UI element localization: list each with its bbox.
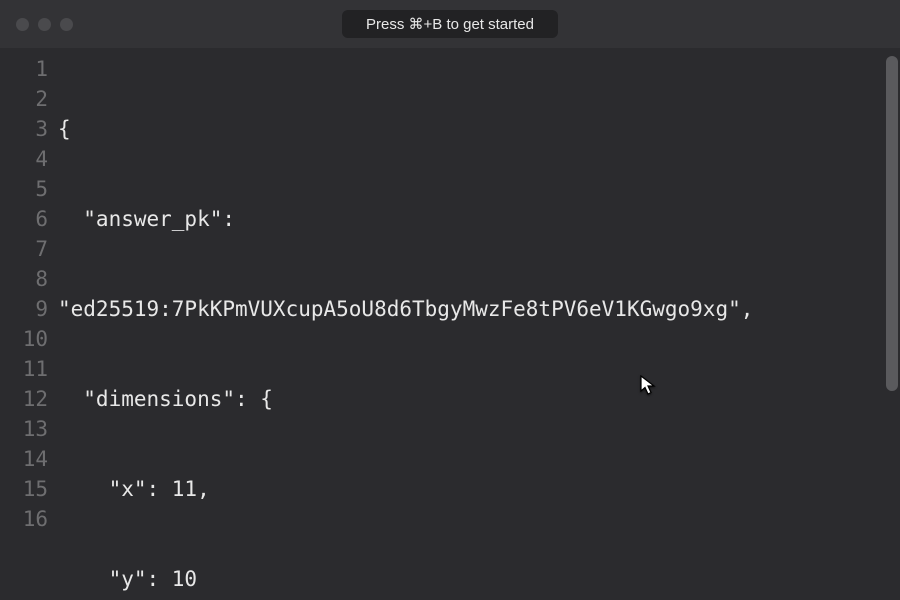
line-number: 4 (0, 144, 58, 174)
code-line: "dimensions": { (58, 384, 900, 414)
code-content[interactable]: { "answer_pk": "ed25519:7PkKPmVUXcupA5oU… (58, 48, 900, 600)
line-number: 1 (0, 54, 58, 84)
line-number: 16 (0, 504, 58, 534)
code-line: "ed25519:7PkKPmVUXcupA5oU8d6TbgyMwzFe8tP… (58, 294, 900, 324)
line-number: 3 (0, 114, 58, 144)
line-number: 15 (0, 474, 58, 504)
line-number: 2 (0, 84, 58, 114)
minimize-button[interactable] (38, 18, 51, 31)
line-number: 8 (0, 264, 58, 294)
scrollbar-track[interactable] (886, 56, 898, 592)
close-button[interactable] (16, 18, 29, 31)
code-line: "answer_pk": (58, 204, 900, 234)
line-number: 11 (0, 354, 58, 384)
code-line: "x": 11, (58, 474, 900, 504)
traffic-lights (16, 18, 73, 31)
code-line: "y": 10 (58, 564, 900, 594)
titlebar: Press ⌘+B to get started (0, 0, 900, 48)
line-number: 6 (0, 204, 58, 234)
line-number-gutter: 1 2 3 4 5 6 7 8 9 10 11 12 13 14 15 16 (0, 48, 58, 600)
editor-body[interactable]: 1 2 3 4 5 6 7 8 9 10 11 12 13 14 15 16 {… (0, 48, 900, 600)
line-number: 14 (0, 444, 58, 474)
code-line: { (58, 114, 900, 144)
maximize-button[interactable] (60, 18, 73, 31)
line-number: 10 (0, 324, 58, 354)
line-number: 7 (0, 234, 58, 264)
scrollbar-thumb[interactable] (886, 56, 898, 391)
hint-banner[interactable]: Press ⌘+B to get started (342, 10, 558, 38)
line-number: 13 (0, 414, 58, 444)
line-number: 9 (0, 294, 58, 324)
editor: 1 2 3 4 5 6 7 8 9 10 11 12 13 14 15 16 {… (0, 48, 900, 600)
line-number: 5 (0, 174, 58, 204)
line-number: 12 (0, 384, 58, 414)
